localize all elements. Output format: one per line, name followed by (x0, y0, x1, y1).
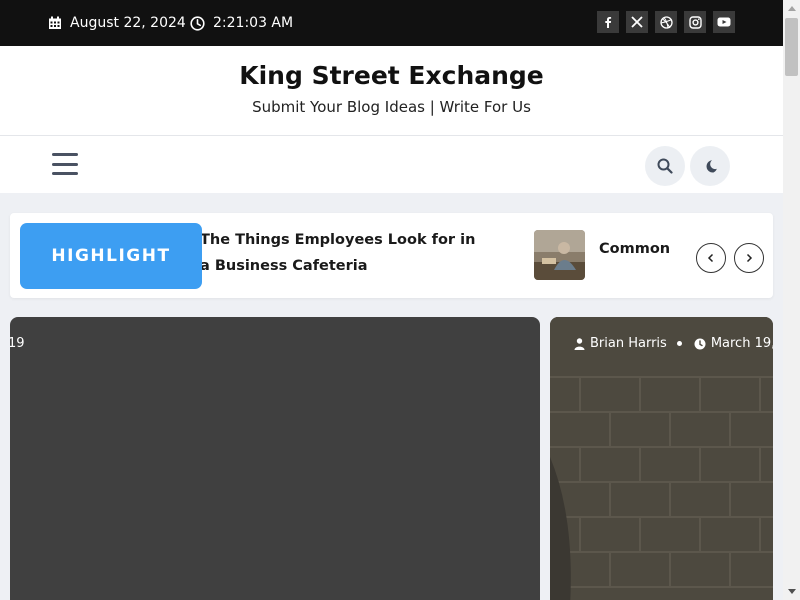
time-text: 2:21:03 AM (213, 15, 294, 31)
site-tagline: Submit Your Blog Ideas | Write For Us (252, 98, 531, 116)
time-display: 2:21:03 AM (190, 0, 293, 46)
brick-wall-image (550, 317, 773, 600)
facebook-icon (605, 17, 612, 28)
date-display: August 22, 2024 (48, 0, 186, 46)
hamburger-line (52, 162, 78, 166)
dribbble-icon (659, 15, 673, 29)
arrow-down-icon (787, 589, 796, 594)
scroll-down-button[interactable] (783, 583, 800, 600)
instagram-link[interactable] (684, 11, 706, 33)
post-date-text: March 19, 2024 (710, 336, 773, 351)
meta-separator-dot (676, 341, 682, 346)
youtube-icon (717, 17, 731, 27)
highlight-badge: HIGHLIGHT (20, 223, 202, 289)
instagram-icon (688, 15, 702, 29)
chevron-left-icon (707, 253, 714, 263)
ticker-item-title[interactable]: Common Problems (599, 241, 674, 257)
search-button[interactable] (645, 146, 685, 186)
arrow-up-icon (787, 6, 796, 11)
scroll-up-button[interactable] (783, 0, 800, 17)
dark-mode-toggle[interactable] (690, 146, 730, 186)
x-link[interactable] (626, 11, 648, 33)
menu-toggle-button[interactable] (52, 153, 78, 175)
chevron-right-icon (746, 253, 753, 263)
featured-post-card[interactable]: 19 (10, 317, 540, 600)
scroll-thumb[interactable] (785, 18, 798, 76)
post-meta: Brian Harris March 19, 2024 (574, 336, 773, 351)
date-text: August 22, 2024 (70, 15, 186, 31)
site-title[interactable]: King Street Exchange (0, 61, 783, 90)
clock-icon (190, 15, 205, 31)
ticker-prev-button[interactable] (696, 243, 726, 273)
site-header: King Street Exchange Submit Your Blog Id… (0, 46, 783, 135)
post-date: 19 (10, 336, 25, 351)
ticker-thumbnail[interactable] (534, 230, 585, 280)
post-author[interactable]: Brian Harris (590, 336, 667, 351)
hamburger-line (52, 172, 78, 175)
facebook-link[interactable] (597, 11, 619, 33)
dribbble-link[interactable] (655, 11, 677, 33)
user-icon (574, 337, 585, 350)
highlight-ticker: The Things Employees Look for in a Busin… (10, 213, 773, 298)
moon-icon (706, 159, 717, 173)
ticker-item-title[interactable]: The Things Employees Look for in a Busin… (200, 227, 480, 279)
clock-icon (694, 338, 706, 349)
page-scrollbar[interactable] (783, 0, 800, 600)
nav-bar (0, 135, 783, 193)
featured-post-card[interactable]: Brian Harris March 19, 2024 (550, 317, 773, 600)
post-date-text: 19 (10, 336, 25, 351)
top-bar: August 22, 2024 2:21:03 AM (0, 0, 783, 46)
hamburger-line (52, 153, 78, 156)
ticker-thumbnail-image (534, 230, 585, 280)
x-icon (631, 16, 643, 28)
calendar-icon (49, 16, 61, 29)
ticker-next-button[interactable] (734, 243, 764, 273)
search-icon (657, 158, 673, 174)
youtube-link[interactable] (713, 11, 735, 33)
